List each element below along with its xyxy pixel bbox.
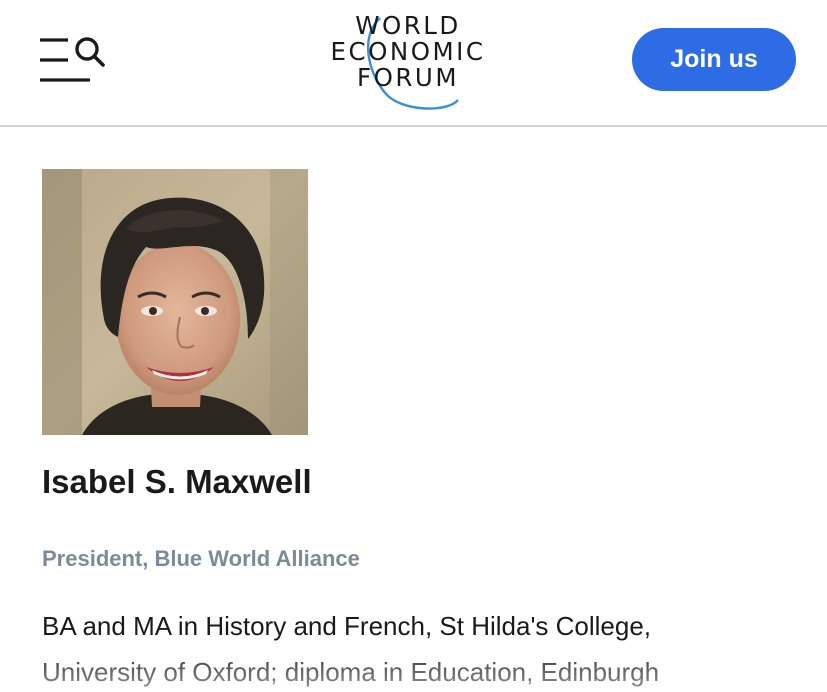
logo-line-economic: ECONOMIC — [330, 37, 486, 66]
bio-line: BA and MA in History and French, St Hild… — [42, 611, 652, 641]
logo-line-forum: FORUM — [357, 63, 459, 92]
person-bio: BA and MA in History and French, St Hild… — [42, 603, 802, 692]
person-role: President, Blue World Alliance — [42, 546, 360, 571]
bio-line: University of Oxford; diploma in Educati… — [42, 657, 660, 687]
person-name: Isabel S. Maxwell — [42, 463, 312, 500]
profile-page: WORLD ECONOMIC FORUM Join us Isabel S. M… — [0, 0, 827, 692]
profile-photo — [42, 169, 308, 435]
menu-search-icon — [40, 37, 105, 82]
join-us-button[interactable]: Join us — [632, 28, 796, 91]
menu-search-button[interactable] — [38, 36, 108, 86]
wef-logo[interactable]: WORLD ECONOMIC FORUM — [318, 8, 498, 114]
site-header: WORLD ECONOMIC FORUM Join us — [0, 0, 827, 127]
logo-line-world: WORLD — [355, 11, 461, 40]
